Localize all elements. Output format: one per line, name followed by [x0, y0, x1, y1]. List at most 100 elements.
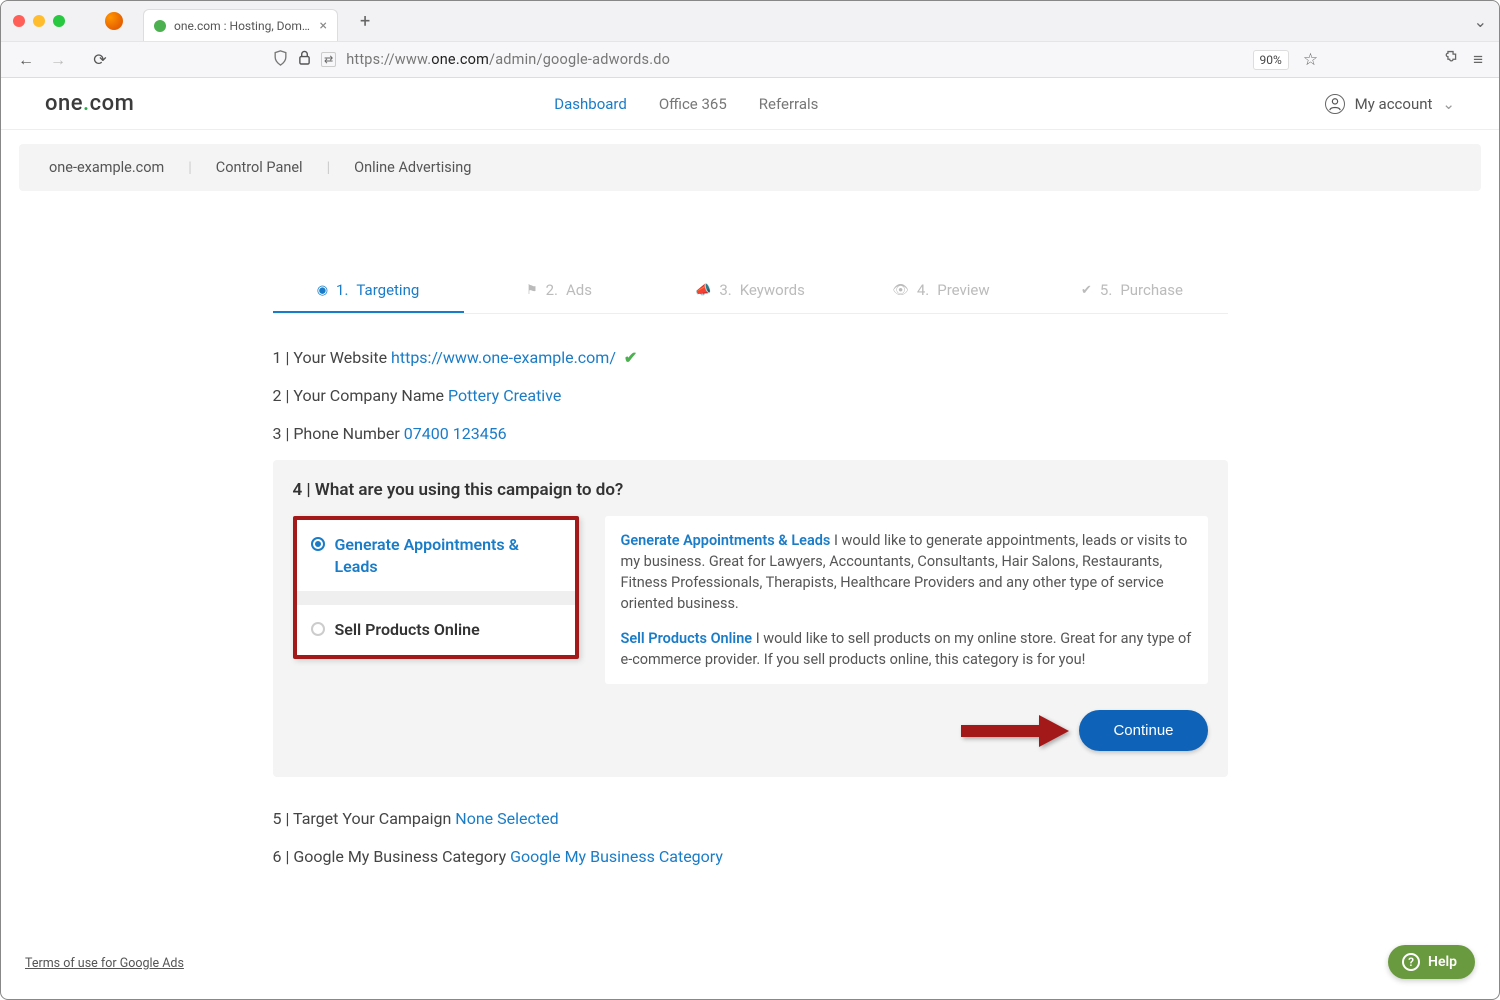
step-label: Keywords — [740, 281, 805, 299]
question-website: 1 | Your Website https://www.one-example… — [273, 346, 1228, 370]
help-button[interactable]: ? Help — [1388, 945, 1475, 979]
q1-label: 1 | Your Website — [273, 348, 392, 367]
step-label: Preview — [937, 281, 989, 299]
tab-title: one.com : Hosting, Domain, Em… — [174, 19, 312, 33]
account-label: My account — [1355, 95, 1433, 113]
new-tab-button[interactable]: + — [360, 11, 370, 32]
breadcrumb-section[interactable]: Online Advertising — [354, 159, 471, 176]
q6-label: 6 | Google My Business Category — [273, 847, 511, 866]
permissions-icon[interactable]: ⇄ — [321, 52, 336, 67]
tab-favicon-icon — [154, 20, 166, 32]
step-label: Ads — [566, 281, 592, 299]
account-menu[interactable]: My account ⌄ — [1325, 94, 1455, 114]
q1-value[interactable]: https://www.one-example.com/ — [391, 348, 616, 367]
logo-text-one: one — [45, 91, 83, 116]
logo-dot: . — [83, 91, 90, 116]
desc2-title: Sell Products Online — [621, 630, 753, 647]
lock-icon[interactable] — [298, 50, 311, 69]
q4-title: 4 | What are you using this campaign to … — [293, 480, 1208, 500]
logo[interactable]: one.com — [45, 91, 134, 116]
option1-label: Generate Appointments & Leads — [335, 534, 561, 577]
url-field[interactable]: ⇄ https://www.one.com/admin/google-adwor… — [123, 50, 1239, 70]
forward-button: → — [49, 50, 67, 70]
tabs-dropdown-icon[interactable]: ⌄ — [1474, 12, 1487, 31]
step-num: 5. — [1100, 281, 1112, 299]
nav-dashboard[interactable]: Dashboard — [554, 95, 627, 113]
step-purchase[interactable]: ✔ 5. Purchase — [1037, 271, 1228, 313]
q5-value[interactable]: None Selected — [455, 809, 558, 828]
q2-label: 2 | Your Company Name — [273, 386, 449, 405]
continue-button[interactable]: Continue — [1079, 710, 1207, 751]
breadcrumb-domain[interactable]: one-example.com — [49, 159, 164, 176]
logo-text-com: com — [90, 91, 135, 116]
tab-bar: one.com : Hosting, Domain, Em… × + ⌄ — [1, 1, 1499, 41]
step-num: 1. — [336, 281, 348, 299]
url-host: one.com — [431, 51, 489, 68]
radio-unselected-icon — [311, 622, 325, 636]
annotation-arrow-icon — [961, 713, 1071, 749]
page-content: one-example.com | Control Panel | Online… — [1, 130, 1499, 869]
q3-value[interactable]: 07400 123456 — [404, 424, 507, 443]
reload-button[interactable]: ⟳ — [91, 50, 109, 69]
radio-selected-icon — [311, 537, 325, 551]
step-tabs: ◉ 1. Targeting ⚑ 2. Ads 📣 3. Keywords 👁 … — [273, 271, 1228, 314]
help-label: Help — [1428, 954, 1457, 970]
desc1-title: Generate Appointments & Leads — [621, 532, 831, 549]
minimize-window-icon[interactable] — [33, 15, 45, 27]
extensions-icon[interactable] — [1442, 49, 1459, 71]
step-label: Purchase — [1120, 281, 1183, 299]
tab-close-icon[interactable]: × — [320, 18, 327, 34]
step-targeting[interactable]: ◉ 1. Targeting — [273, 271, 464, 313]
chevron-down-icon: ⌄ — [1442, 95, 1455, 113]
q6-value[interactable]: Google My Business Category — [510, 847, 723, 866]
step-keywords[interactable]: 📣 3. Keywords — [655, 271, 846, 313]
back-button[interactable]: ← — [17, 50, 35, 70]
campaign-type-panel: 4 | What are you using this campaign to … — [273, 460, 1228, 777]
browser-tab[interactable]: one.com : Hosting, Domain, Em… × — [143, 9, 338, 41]
nav-referrals[interactable]: Referrals — [759, 95, 819, 113]
url-path: /admin/google-adwords.do — [489, 51, 670, 68]
question-target: 5 | Target Your Campaign None Selected — [273, 807, 1228, 831]
checkmark-icon: ✔ — [624, 348, 637, 367]
bookmark-icon[interactable]: ☆ — [1303, 50, 1318, 70]
step-ads[interactable]: ⚑ 2. Ads — [464, 271, 655, 313]
maximize-window-icon[interactable] — [53, 15, 65, 27]
question-company: 2 | Your Company Name Pottery Creative — [273, 384, 1228, 408]
step-num: 2. — [546, 281, 558, 299]
option-appointments-leads[interactable]: Generate Appointments & Leads — [297, 520, 575, 591]
step-num: 3. — [719, 281, 731, 299]
help-icon: ? — [1402, 953, 1420, 971]
q5-label: 5 | Target Your Campaign — [273, 809, 456, 828]
step-label: Targeting — [356, 281, 419, 299]
q3-label: 3 | Phone Number — [273, 424, 404, 443]
url-text: https://www.one.com/admin/google-adwords… — [346, 51, 670, 68]
option-sell-products[interactable]: Sell Products Online — [297, 605, 575, 655]
option2-label: Sell Products Online — [335, 619, 480, 641]
window-controls — [13, 15, 65, 27]
firefox-icon — [105, 12, 123, 30]
nav-office365[interactable]: Office 365 — [659, 95, 727, 113]
close-window-icon[interactable] — [13, 15, 25, 27]
wizard: ◉ 1. Targeting ⚑ 2. Ads 📣 3. Keywords 👁 … — [273, 271, 1228, 869]
flag-icon: ⚑ — [526, 283, 538, 298]
question-phone: 3 | Phone Number 07400 123456 — [273, 422, 1228, 446]
shield-icon[interactable] — [273, 50, 288, 70]
main-nav: Dashboard Office 365 Referrals — [554, 95, 818, 113]
question-gmb-category: 6 | Google My Business Category Google M… — [273, 845, 1228, 869]
step-num: 4. — [917, 281, 929, 299]
campaign-options-highlight: Generate Appointments & Leads Sell Produ… — [293, 516, 579, 659]
breadcrumb-separator: | — [188, 159, 192, 176]
eye-icon: 👁 — [892, 283, 909, 298]
url-prefix: https://www. — [346, 51, 431, 68]
site-header: one.com Dashboard Office 365 Referrals M… — [1, 78, 1499, 130]
user-icon — [1325, 94, 1345, 114]
breadcrumb-separator: | — [327, 159, 331, 176]
terms-link[interactable]: Terms of use for Google Ads — [25, 956, 184, 971]
zoom-badge[interactable]: 90% — [1253, 50, 1289, 70]
breadcrumb-control-panel[interactable]: Control Panel — [216, 159, 303, 176]
step-preview[interactable]: 👁 4. Preview — [846, 271, 1037, 313]
check-circle-icon: ✔ — [1081, 283, 1092, 298]
breadcrumb: one-example.com | Control Panel | Online… — [19, 144, 1481, 191]
q2-value[interactable]: Pottery Creative — [448, 386, 561, 405]
hamburger-menu-icon[interactable]: ≡ — [1473, 50, 1483, 70]
